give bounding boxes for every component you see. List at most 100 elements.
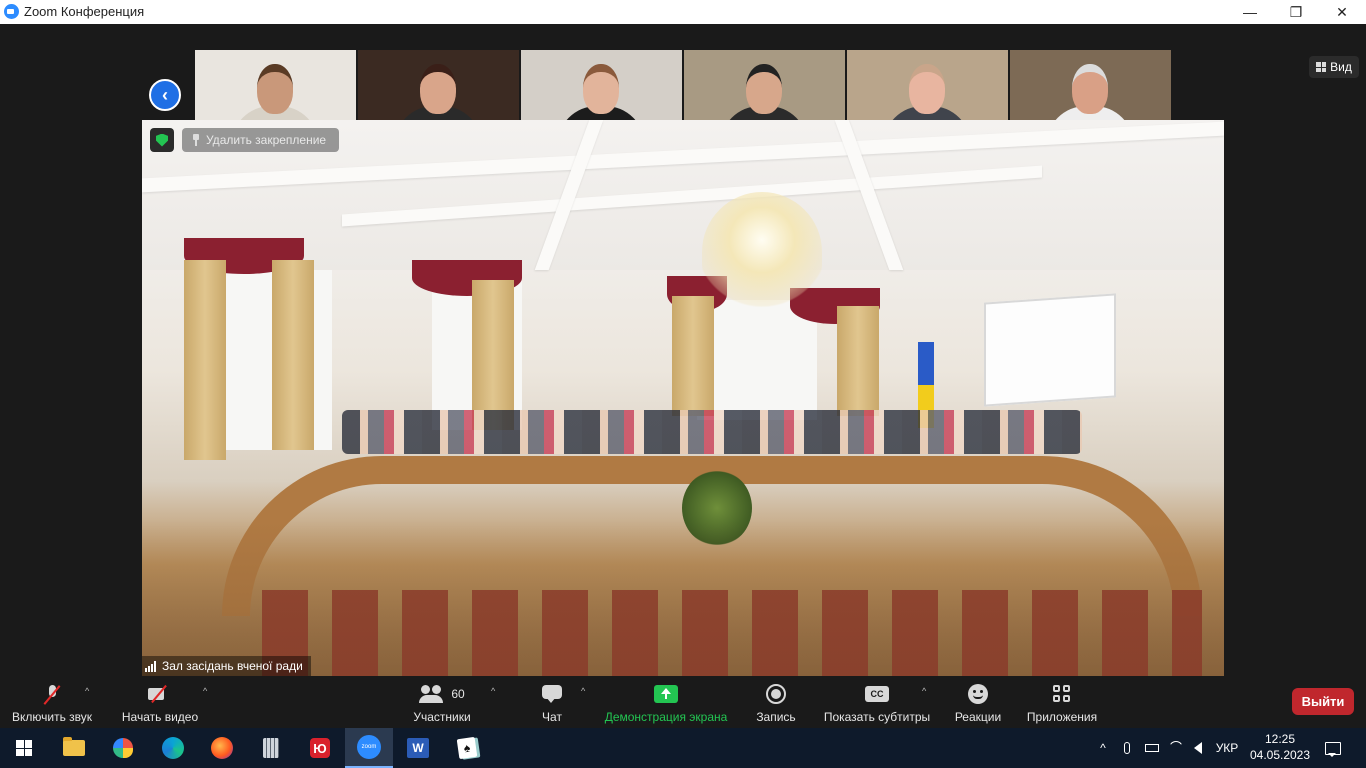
zoom-logo-icon	[4, 4, 19, 19]
camera-off-icon	[148, 686, 172, 702]
microphone-tray-icon[interactable]	[1118, 728, 1136, 768]
start-button[interactable]	[0, 728, 48, 768]
encryption-button[interactable]	[150, 128, 174, 152]
clock-date: 04.05.2023	[1249, 748, 1311, 762]
view-button[interactable]: Вид	[1309, 56, 1359, 78]
solitaire-cards-icon: ♠	[456, 736, 478, 760]
chandelier	[702, 192, 822, 312]
show-captions-button[interactable]: CC Показать субтитры	[820, 680, 934, 728]
curtain	[672, 296, 714, 416]
share-screen-button[interactable]: Демонстрация экрана	[600, 680, 732, 728]
participants-label: Участники	[413, 710, 471, 724]
previous-page-button[interactable]: ‹	[149, 79, 181, 111]
share-screen-label: Демонстрация экрана	[604, 710, 728, 724]
participant-face	[583, 64, 619, 114]
participants-count: 60	[451, 687, 465, 701]
clock[interactable]: 12:25 04.05.2023	[1246, 731, 1314, 763]
chairs	[262, 590, 1202, 676]
window	[697, 300, 817, 420]
closed-captions-icon: CC	[865, 686, 889, 702]
paint-palette-icon	[113, 738, 133, 758]
share-screen-icon	[654, 685, 678, 703]
chat-options-caret[interactable]: ^	[581, 686, 585, 696]
microphone-muted-icon	[46, 685, 58, 703]
participant-face	[909, 64, 945, 114]
participant-face	[420, 64, 456, 114]
audio-options-caret[interactable]: ^	[85, 686, 89, 696]
participants-button[interactable]: 60 Участники	[406, 680, 478, 728]
video-name: Зал засідань вченої ради	[162, 659, 303, 673]
volume-muted-icon[interactable]	[1188, 728, 1208, 768]
taskbar-zoom[interactable]: zoom	[345, 728, 393, 768]
meeting-area: ‹ dr.Anatolii GutsuliakBeata SadowskaКат…	[0, 24, 1366, 680]
start-video-label: Начать видео	[121, 710, 199, 724]
view-label: Вид	[1330, 60, 1352, 74]
restore-button[interactable]: ❐	[1273, 0, 1319, 24]
projector-screen	[984, 293, 1116, 407]
start-video-button[interactable]: Начать видео	[118, 680, 202, 728]
remove-pin-button[interactable]: Удалить закрепление	[182, 128, 339, 152]
pin-icon	[192, 134, 200, 146]
remove-pin-label: Удалить закрепление	[206, 133, 327, 147]
participants-options-caret[interactable]: ^	[491, 686, 495, 696]
language-indicator[interactable]: УКР	[1212, 728, 1242, 768]
reactions-icon	[968, 684, 988, 704]
chat-button[interactable]: Чат	[531, 680, 573, 728]
meeting-toolbar: Включить звук ^ Начать видео ^ 60 Участн…	[0, 680, 1366, 728]
participant-face	[1072, 64, 1108, 114]
chat-icon	[542, 685, 562, 703]
video-options-caret[interactable]: ^	[203, 686, 207, 696]
curtain	[837, 306, 879, 416]
curtain	[472, 280, 514, 430]
title-bar: Zoom Конференция — ❐ ✕	[0, 0, 1366, 24]
battery-icon[interactable]	[1142, 728, 1162, 768]
taskbar-calculator[interactable]	[247, 728, 295, 768]
window-title: Zoom Конференция	[24, 4, 145, 19]
taskbar-file-explorer[interactable]	[50, 728, 98, 768]
windows-start-icon	[16, 740, 32, 756]
apps-label: Приложения	[1026, 710, 1098, 724]
show-hidden-icons-button[interactable]: ^	[1094, 728, 1112, 768]
antivirus-icon: Ю	[310, 738, 330, 758]
notification-center-icon	[1325, 741, 1341, 757]
calculator-icon	[263, 738, 279, 758]
record-button[interactable]: Запись	[750, 680, 802, 728]
show-captions-label: Показать субтитры	[823, 710, 931, 724]
signal-strength-icon	[145, 660, 156, 672]
taskbar-firefox[interactable]	[198, 728, 246, 768]
unmute-button[interactable]: Включить звук	[8, 680, 96, 728]
wifi-icon[interactable]	[1166, 728, 1186, 768]
unmute-label: Включить звук	[11, 710, 93, 724]
record-icon	[766, 684, 786, 704]
firefox-icon	[211, 737, 233, 759]
record-label: Запись	[756, 710, 796, 724]
apps-icon	[1053, 685, 1071, 703]
participants-icon	[419, 685, 445, 703]
clock-time: 12:25	[1264, 732, 1296, 746]
pinned-video[interactable]	[142, 120, 1224, 676]
audience	[342, 410, 1082, 454]
taskbar-paint[interactable]	[99, 728, 147, 768]
shield-icon	[156, 133, 168, 147]
apps-button[interactable]: Приложения	[1022, 680, 1102, 728]
windows-taskbar: Ю zoom W ♠ ^ УКР 12:25 04.05.2023	[0, 728, 1366, 768]
grid-view-icon	[1316, 62, 1327, 72]
reactions-label: Реакции	[954, 710, 1002, 724]
captions-options-caret[interactable]: ^	[922, 686, 926, 696]
minimize-button[interactable]: —	[1227, 0, 1273, 24]
taskbar-edge[interactable]	[149, 728, 197, 768]
curtain	[272, 260, 314, 450]
video-name-label: Зал засідань вченої ради	[142, 656, 311, 676]
reactions-button[interactable]: Реакции	[950, 680, 1006, 728]
edge-browser-icon	[162, 737, 184, 759]
taskbar-word[interactable]: W	[394, 728, 442, 768]
notifications-button[interactable]	[1320, 728, 1346, 768]
chat-label: Чат	[542, 710, 562, 724]
leave-button[interactable]: Выйти	[1292, 688, 1354, 715]
participant-face	[746, 64, 782, 114]
close-button[interactable]: ✕	[1319, 0, 1365, 24]
zoom-app-icon: zoom	[357, 735, 381, 759]
taskbar-solitaire[interactable]: ♠	[443, 728, 491, 768]
taskbar-antivirus[interactable]: Ю	[296, 728, 344, 768]
participant-face	[257, 64, 293, 114]
